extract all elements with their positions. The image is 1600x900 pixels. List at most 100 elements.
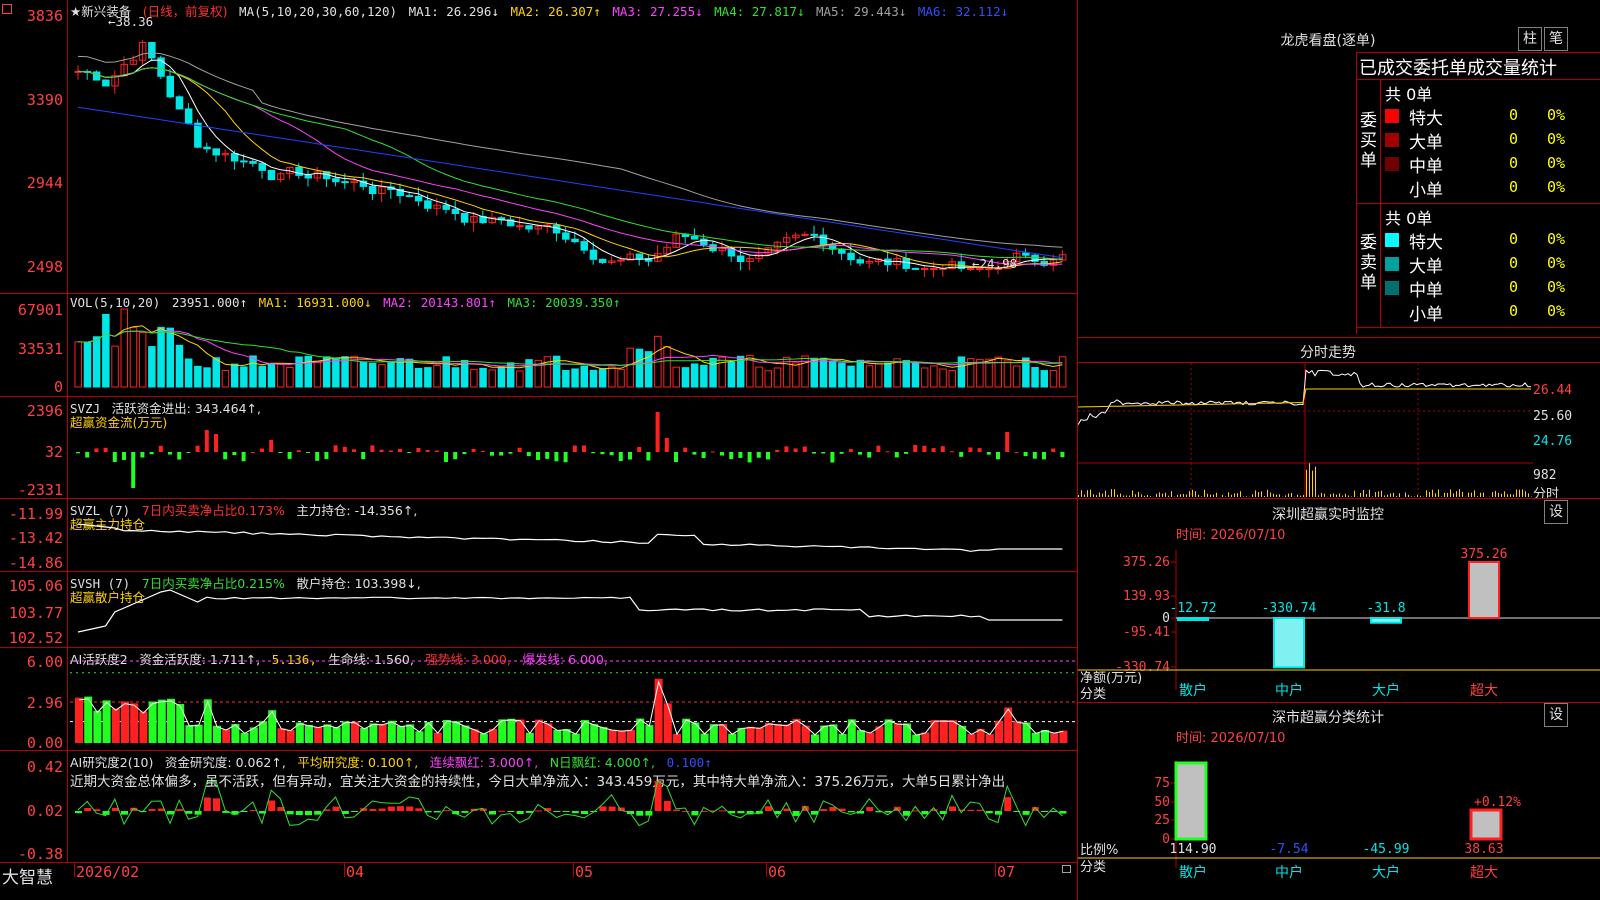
tick-mode-button[interactable]: 笔 — [1544, 27, 1568, 51]
research-bar — [1059, 811, 1067, 814]
kline-panel[interactable]: 3836 3390 2944 2498 ★新兴装备 (日线，前复权) MA(5,… — [0, 0, 1077, 294]
candle-body — [1022, 252, 1030, 256]
order-color-swatch — [1385, 157, 1399, 171]
lock-icon[interactable] — [1062, 865, 1071, 873]
volume-bar — [617, 368, 625, 388]
candle-body — [258, 162, 266, 171]
activity-bar — [452, 721, 461, 743]
candle-body — [368, 185, 377, 195]
intraday-volume-bar — [1285, 495, 1286, 497]
volume-bar — [1031, 367, 1039, 388]
flow-bar — [388, 450, 393, 452]
svzj-panel[interactable]: 2396 32 -2331 SVZJ 活跃资金进出: 343.464↑, 超赢资… — [0, 397, 1077, 499]
intraday-volume-bar — [1120, 493, 1121, 497]
order-color-swatch — [1385, 305, 1399, 319]
flow-bar — [499, 452, 504, 456]
volume-bar — [424, 367, 432, 388]
intraday-volume-bar — [1213, 494, 1214, 497]
order-count: 0 — [1509, 154, 1519, 172]
svzl-panel[interactable]: -11.99 -13.42 -14.86 SVZL (7) 7日内买卖净占比0.… — [0, 499, 1077, 572]
flow-bar — [821, 452, 826, 454]
buy-total: 共 0单 — [1385, 85, 1433, 104]
flow-bar — [600, 452, 605, 455]
flow-bar — [416, 447, 421, 452]
buy-side-column: 委买单 — [1357, 79, 1381, 203]
monitor-bar — [1370, 617, 1402, 624]
svsh-chart[interactable] — [0, 572, 1077, 648]
volume-bar — [589, 369, 598, 388]
volume-bar — [184, 358, 193, 388]
order-count: 0 — [1509, 254, 1519, 272]
main-force-line — [77, 523, 1063, 552]
volume-bar — [764, 370, 772, 388]
volume-bar — [672, 366, 680, 388]
research-bar — [185, 811, 193, 814]
activity-bar — [590, 724, 599, 743]
flow-bar — [85, 452, 90, 458]
right-panel: 龙虎看盘(逐单) 柱 笔 已成交委托单成交量统计 委买单 共 0单 特大 0 0% 大… — [1077, 0, 1600, 900]
bar-mode-button[interactable]: 柱 — [1518, 27, 1542, 51]
volume-ma-line — [77, 330, 1063, 367]
intraday-volume-bar — [1378, 491, 1379, 497]
intraday-volume-bar — [1411, 496, 1412, 497]
low-price-label: ←24.98 — [972, 256, 1018, 271]
order-percent: 0% — [1547, 130, 1566, 148]
volume-bar — [1040, 370, 1048, 388]
intraday-chart-area[interactable]: 26.44 25.60 24.76 982 分时 — [1078, 362, 1600, 502]
ai-activity-panel[interactable]: 6.00 2.96 0.00 AI活跃度2 资金活跃度: 1.711↑, 5.1… — [0, 648, 1077, 752]
kline-chart[interactable] — [0, 0, 1077, 294]
candle-body — [92, 71, 101, 81]
ai-research-chart[interactable] — [0, 751, 1077, 863]
flow-bar — [766, 452, 770, 460]
candle-body — [240, 160, 248, 163]
intraday-volume-bar — [1453, 493, 1454, 497]
intraday-volume-bar — [1348, 495, 1349, 497]
class-settings-button[interactable]: 设 — [1544, 703, 1568, 727]
intraday-volume-bar — [1345, 493, 1346, 497]
activity-bar — [627, 729, 635, 743]
volume-panel[interactable]: 67901 33531 0 VOL(5,10,20) 23951.000↑ MA… — [0, 294, 1077, 397]
flow-bar — [839, 452, 844, 454]
candle-body — [212, 148, 220, 156]
flow-bar — [756, 452, 761, 458]
class-chart[interactable]: 7550250+0.12%114.90散户-7.54中户-45.99大户38.6… — [1078, 740, 1600, 900]
svzj-chart[interactable] — [0, 397, 1077, 499]
candle-body — [295, 166, 303, 176]
ai-research-panel[interactable]: 0.42 0.02 -0.38 AI研究度2(10) 资金研究度: 0.062↑… — [0, 751, 1077, 863]
svsh-panel[interactable]: 105.06 103.77 102.52 SVSH (7) 7日内买卖净占比0.… — [0, 572, 1077, 648]
research-bar — [516, 811, 524, 815]
intraday-volume-bar — [1315, 466, 1316, 497]
volume-bar — [828, 360, 837, 388]
flow-bar — [710, 451, 715, 453]
activity-bar — [203, 699, 212, 743]
flow-bar — [729, 452, 734, 460]
research-bar — [406, 806, 414, 811]
intraday-chart[interactable] — [1078, 363, 1600, 499]
intraday-volume-bar — [1366, 494, 1367, 497]
flow-bar — [517, 447, 522, 452]
flow-bar — [112, 452, 117, 462]
ai-activity-chart[interactable] — [0, 648, 1077, 751]
activity-bar — [719, 723, 727, 743]
activity-bar — [1022, 722, 1031, 743]
intraday-volume-bar — [1147, 495, 1148, 497]
flow-bar — [637, 446, 642, 452]
intraday-volume-bar — [1222, 494, 1223, 497]
research-bar — [599, 806, 607, 811]
volume-chart[interactable] — [0, 294, 1077, 397]
intraday-volume-bar — [1381, 490, 1382, 497]
intraday-volume-bar — [1522, 489, 1523, 497]
research-bar — [305, 811, 312, 816]
svzl-chart[interactable] — [0, 499, 1077, 572]
activity-bar — [1050, 732, 1059, 743]
activity-bar — [682, 718, 691, 743]
monitor-settings-button[interactable]: 设 — [1544, 500, 1568, 524]
intraday-volume-bar — [1333, 493, 1334, 497]
flow-bar — [168, 452, 172, 455]
volume-bar — [313, 360, 322, 388]
class-note: +0.12% — [1474, 795, 1521, 810]
flow-bar — [352, 449, 356, 452]
research-bar — [985, 811, 993, 814]
volume-bar — [433, 364, 441, 388]
research-bar — [75, 811, 82, 814]
